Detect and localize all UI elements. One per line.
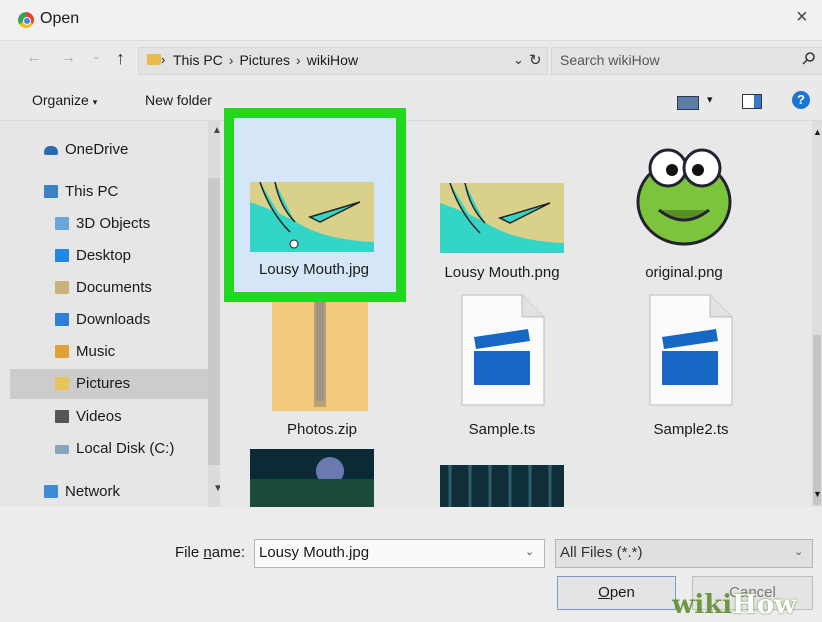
documents-icon (55, 281, 69, 294)
file-name[interactable]: Sample.ts (422, 421, 582, 438)
disk-icon (55, 445, 69, 454)
forward-arrow-icon[interactable]: → (60, 49, 76, 67)
file-thumbnail[interactable] (624, 130, 744, 250)
sidebar-item-network[interactable]: Network (10, 477, 208, 507)
3d-objects-icon (55, 217, 69, 230)
new-folder-button[interactable]: New folder (145, 92, 212, 108)
scroll-up-icon[interactable]: ▲ (813, 127, 822, 137)
search-icon[interactable] (802, 51, 816, 65)
up-arrow-icon[interactable]: ↑ (116, 48, 125, 69)
recent-dropdown-icon[interactable]: ⌄ (92, 51, 100, 62)
address-bar[interactable]: › This PC › Pictures › wikiHow ⌄ ↻ (138, 47, 548, 75)
sidebar-item-downloads[interactable]: Downloads (10, 305, 208, 335)
navigation-pane: OneDrive This PC 3D Objects Desktop Docu… (10, 121, 228, 507)
music-icon (55, 345, 69, 358)
preview-pane-icon[interactable] (742, 94, 762, 109)
file-name[interactable]: original.png (604, 264, 764, 281)
pictures-icon (55, 377, 69, 390)
scroll-down-icon[interactable]: ▼ (813, 489, 822, 499)
file-name[interactable]: Lousy Mouth.jpg (234, 261, 394, 278)
change-view-icon[interactable] (677, 96, 699, 110)
sidebar-item-onedrive[interactable]: OneDrive (10, 135, 208, 165)
file-name[interactable]: Lousy Mouth.png (422, 264, 582, 281)
zip-folder-icon[interactable] (272, 297, 368, 411)
chevron-right-icon: › (161, 52, 166, 67)
search-input[interactable]: Search wikiHow (560, 52, 660, 68)
desktop-icon (55, 249, 69, 262)
downloads-icon (55, 313, 69, 326)
sidebar-item-videos[interactable]: Videos (10, 402, 208, 432)
content-scroll-thumb[interactable] (813, 335, 821, 505)
file-thumbnail[interactable] (440, 183, 564, 253)
sidebar-item-documents[interactable]: Documents (10, 273, 208, 303)
breadcrumb-pictures[interactable]: Pictures (239, 52, 290, 68)
file-name-field[interactable]: Lousy Mouth.jpg ⌄ (254, 539, 545, 568)
selected-file-item[interactable]: Lousy Mouth.jpg (234, 118, 396, 292)
video-file-icon[interactable] (648, 293, 734, 407)
chevron-right-icon: › (228, 52, 234, 68)
file-thumbnail[interactable] (250, 182, 374, 252)
breadcrumb: This PC › Pictures › wikiHow (173, 52, 358, 68)
videos-icon (55, 410, 69, 423)
close-icon[interactable]: × (796, 6, 808, 29)
breadcrumb-wikihow[interactable]: wikiHow (307, 52, 358, 68)
chevron-down-icon[interactable]: ⌄ (525, 545, 534, 558)
sidebar-item-music[interactable]: Music (10, 337, 208, 367)
file-type-value: All Files (*.*) (560, 544, 643, 561)
chrome-icon (18, 12, 34, 28)
folder-icon (147, 54, 161, 65)
sidebar-item-pictures[interactable]: Pictures (10, 369, 208, 399)
chevron-down-icon[interactable]: ⌄ (794, 545, 803, 558)
sidebar-item-3d-objects[interactable]: 3D Objects (10, 209, 208, 239)
computer-icon (44, 185, 58, 198)
sidebar-item-desktop[interactable]: Desktop (10, 241, 208, 271)
video-file-icon[interactable] (460, 293, 546, 407)
title-bar (0, 0, 822, 41)
search-box[interactable]: Search wikiHow (551, 47, 822, 75)
view-options-dropdown-icon[interactable]: ▾ (707, 93, 713, 106)
file-name[interactable]: Photos.zip (242, 421, 402, 438)
refresh-icon[interactable]: ↻ (529, 51, 542, 69)
chevron-down-icon[interactable]: ⌄ (513, 52, 524, 68)
window-title: Open (40, 10, 80, 27)
sidebar-item-this-pc[interactable]: This PC (10, 177, 208, 207)
open-button[interactable]: Open (557, 576, 676, 610)
breadcrumb-this-pc[interactable]: This PC (173, 52, 223, 68)
network-icon (44, 485, 58, 498)
selection-highlight: Lousy Mouth.jpg (224, 108, 406, 302)
organize-button[interactable]: Organize ▾ (32, 92, 97, 108)
file-name-value[interactable]: Lousy Mouth.jpg (259, 544, 369, 561)
chevron-right-icon: › (296, 52, 301, 68)
file-thumbnail[interactable] (440, 465, 564, 507)
cloud-icon (44, 146, 58, 155)
file-thumbnail[interactable] (250, 449, 374, 507)
wikihow-watermark: wikiHow (672, 590, 797, 620)
sidebar-item-local-disk[interactable]: Local Disk (C:) (10, 434, 208, 464)
help-icon[interactable]: ? (792, 91, 810, 109)
file-name-label: File name: (175, 544, 246, 561)
file-name[interactable]: Sample2.ts (611, 421, 771, 438)
back-arrow-icon[interactable]: ← (26, 49, 42, 67)
file-type-select[interactable]: All Files (*.*) ⌄ (555, 539, 813, 568)
